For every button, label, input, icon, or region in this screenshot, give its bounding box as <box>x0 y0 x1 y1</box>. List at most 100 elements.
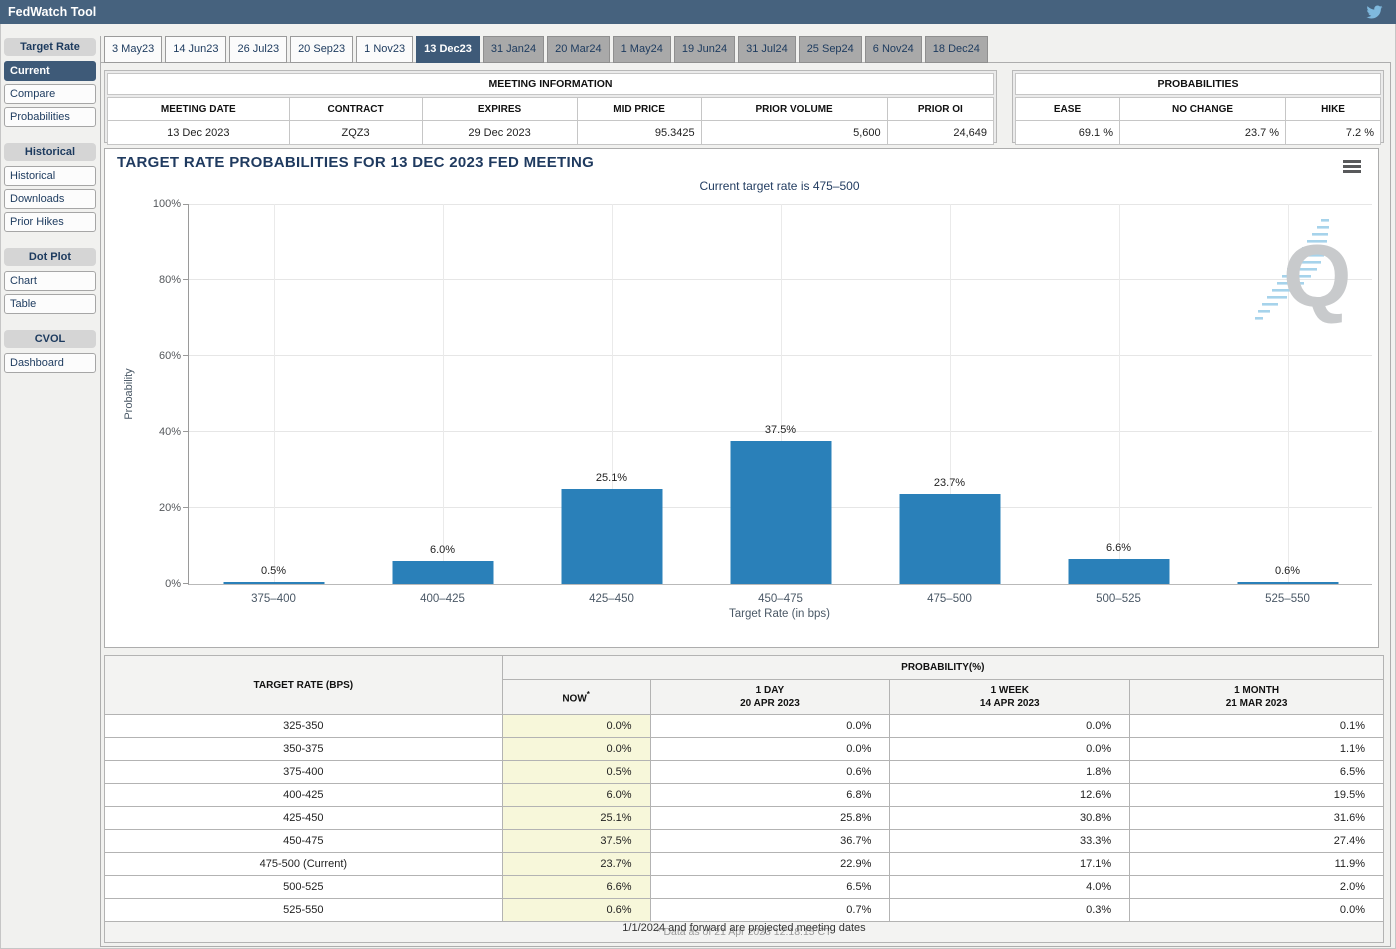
sidebar-item-historical[interactable]: Historical <box>4 166 96 186</box>
probability-bar <box>730 441 831 584</box>
tab-31jul24[interactable]: 31 Jul24 <box>738 36 796 63</box>
table-row: 425-450 25.1% 25.8% 30.8% 31.6% <box>105 807 1384 830</box>
y-tick-label: 100% <box>133 198 181 210</box>
week-value: 4.0% <box>890 876 1130 899</box>
now-value: 0.6% <box>502 899 650 922</box>
probabilities-table: EASE NO CHANGE HIKE 69.1 % 23.7 % 7.2 % <box>1015 97 1381 145</box>
bar-value-label: 0.5% <box>261 565 286 577</box>
sidebar-item-downloads[interactable]: Downloads <box>4 189 96 209</box>
vertical-gridline <box>443 204 444 584</box>
chart-title: TARGET RATE PROBABILITIES FOR 13 DEC 202… <box>117 154 594 171</box>
app-header-bar: FedWatch Tool <box>0 0 1396 24</box>
rate-range: 425-450 <box>105 807 503 830</box>
probability-bar <box>561 489 662 584</box>
week-value: 12.6% <box>890 784 1130 807</box>
rate-range: 525-550 <box>105 899 503 922</box>
bar-column-450-475: 37.5% 450–475 <box>696 204 865 584</box>
table-row: 350-375 0.0% 0.0% 0.0% 1.1% <box>105 738 1384 761</box>
sidebar-item-chart[interactable]: Chart <box>4 271 96 291</box>
x-axis-title: Target Rate (in bps) <box>188 608 1371 620</box>
col-no-change: NO CHANGE <box>1120 98 1286 121</box>
no-change-value: 23.7 % <box>1120 121 1286 145</box>
now-value: 0.5% <box>502 761 650 784</box>
y-axis-title: Probability <box>123 368 135 419</box>
now-value: 23.7% <box>502 853 650 876</box>
month-value: 0.0% <box>1130 899 1384 922</box>
now-value: 6.6% <box>502 876 650 899</box>
rate-range: 500-525 <box>105 876 503 899</box>
vertical-gridline <box>274 204 275 584</box>
tab-18dec24[interactable]: 18 Dec24 <box>925 36 988 63</box>
twitter-icon[interactable] <box>1366 4 1383 20</box>
tab-14jun23[interactable]: 14 Jun23 <box>165 36 226 63</box>
x-tick-label: 500–525 <box>1096 593 1141 605</box>
week-value: 1.8% <box>890 761 1130 784</box>
x-tick-label: 425–450 <box>589 593 634 605</box>
tab-1may24[interactable]: 1 May24 <box>613 36 671 63</box>
tab-20sep23[interactable]: 20 Sep23 <box>290 36 353 63</box>
tab-13dec23-selected[interactable]: 13 Dec23 <box>416 36 480 63</box>
tab-25sep24[interactable]: 25 Sep24 <box>799 36 862 63</box>
target-rate-probabilities-chart-panel: TARGET RATE PROBABILITIES FOR 13 DEC 202… <box>104 148 1379 648</box>
probability-bar <box>1237 582 1338 584</box>
expires-value: 29 Dec 2023 <box>422 121 577 145</box>
tab-31jan24[interactable]: 31 Jan24 <box>483 36 544 63</box>
sidebar-item-table[interactable]: Table <box>4 294 96 314</box>
probability-bar <box>899 494 1000 584</box>
prior-oi-value: 24,649 <box>887 121 993 145</box>
col-target-rate-bps: TARGET RATE (BPS) <box>105 656 503 715</box>
sidebar-section-cvol[interactable]: CVOL <box>4 330 96 348</box>
now-value: 0.0% <box>502 715 650 738</box>
tab-20mar24[interactable]: 20 Mar24 <box>547 36 609 63</box>
week-value: 17.1% <box>890 853 1130 876</box>
probabilities-panel: PROBABILITIES EASE NO CHANGE HIKE 69.1 %… <box>1012 70 1384 143</box>
tab-6nov24[interactable]: 6 Nov24 <box>865 36 922 63</box>
rate-range: 475-500 (Current) <box>105 853 503 876</box>
probabilities-title: PROBABILITIES <box>1015 73 1381 95</box>
sidebar-item-probabilities[interactable]: Probabilities <box>4 107 96 127</box>
chart-hamburger-menu-icon[interactable] <box>1343 160 1361 175</box>
now-value: 37.5% <box>502 830 650 853</box>
bar-value-label: 6.6% <box>1106 542 1131 554</box>
sidebar-item-dashboard[interactable]: Dashboard <box>4 353 96 373</box>
bar-value-label: 23.7% <box>934 477 965 489</box>
month-value: 1.1% <box>1130 738 1384 761</box>
tab-1nov23[interactable]: 1 Nov23 <box>356 36 413 63</box>
sidebar-item-prior-hikes[interactable]: Prior Hikes <box>4 212 96 232</box>
target-rate-probability-table: TARGET RATE (BPS) PROBABILITY(%) NOW* 1 … <box>104 655 1384 943</box>
bar-value-label: 0.6% <box>1275 565 1300 577</box>
tab-26jul23[interactable]: 26 Jul23 <box>229 36 287 63</box>
quikstrike-watermark: Q <box>1249 211 1364 331</box>
chart-subtitle: Current target rate is 475–500 <box>188 179 1371 193</box>
col-1-month: 1 MONTH21 MAR 2023 <box>1130 680 1384 715</box>
day-value: 0.6% <box>650 761 890 784</box>
sidebar-section-target-rate[interactable]: Target Rate <box>4 38 96 56</box>
y-tick-label: 0% <box>133 578 181 590</box>
sidebar-section-historical[interactable]: Historical <box>4 143 96 161</box>
tab-3may23[interactable]: 3 May23 <box>104 36 162 63</box>
meeting-information-table: MEETING DATE CONTRACT EXPIRES MID PRICE … <box>107 97 994 145</box>
col-contract: CONTRACT <box>289 98 422 121</box>
x-tick-label: 450–475 <box>758 593 803 605</box>
week-value: 30.8% <box>890 807 1130 830</box>
table-row-current: 475-500 (Current) 23.7% 22.9% 17.1% 11.9… <box>105 853 1384 876</box>
day-value: 36.7% <box>650 830 890 853</box>
month-value: 27.4% <box>1130 830 1384 853</box>
rate-range: 450-475 <box>105 830 503 853</box>
bar-column-475-500: 23.7% 475–500 <box>865 204 1034 584</box>
probability-bar <box>1068 559 1169 584</box>
sidebar-item-current[interactable]: Current <box>4 61 96 81</box>
x-tick-label: 525–550 <box>1265 593 1310 605</box>
probability-bar <box>392 561 493 584</box>
sidebar-section-dot-plot[interactable]: Dot Plot <box>4 248 96 266</box>
meeting-information-title: MEETING INFORMATION <box>107 73 994 95</box>
month-value: 31.6% <box>1130 807 1384 830</box>
now-value: 25.1% <box>502 807 650 830</box>
app-title: FedWatch Tool <box>8 0 96 24</box>
bar-value-label: 6.0% <box>430 544 455 556</box>
now-value: 0.0% <box>502 738 650 761</box>
day-value: 6.5% <box>650 876 890 899</box>
sidebar-item-compare[interactable]: Compare <box>4 84 96 104</box>
tab-19jun24[interactable]: 19 Jun24 <box>674 36 735 63</box>
month-value: 11.9% <box>1130 853 1384 876</box>
